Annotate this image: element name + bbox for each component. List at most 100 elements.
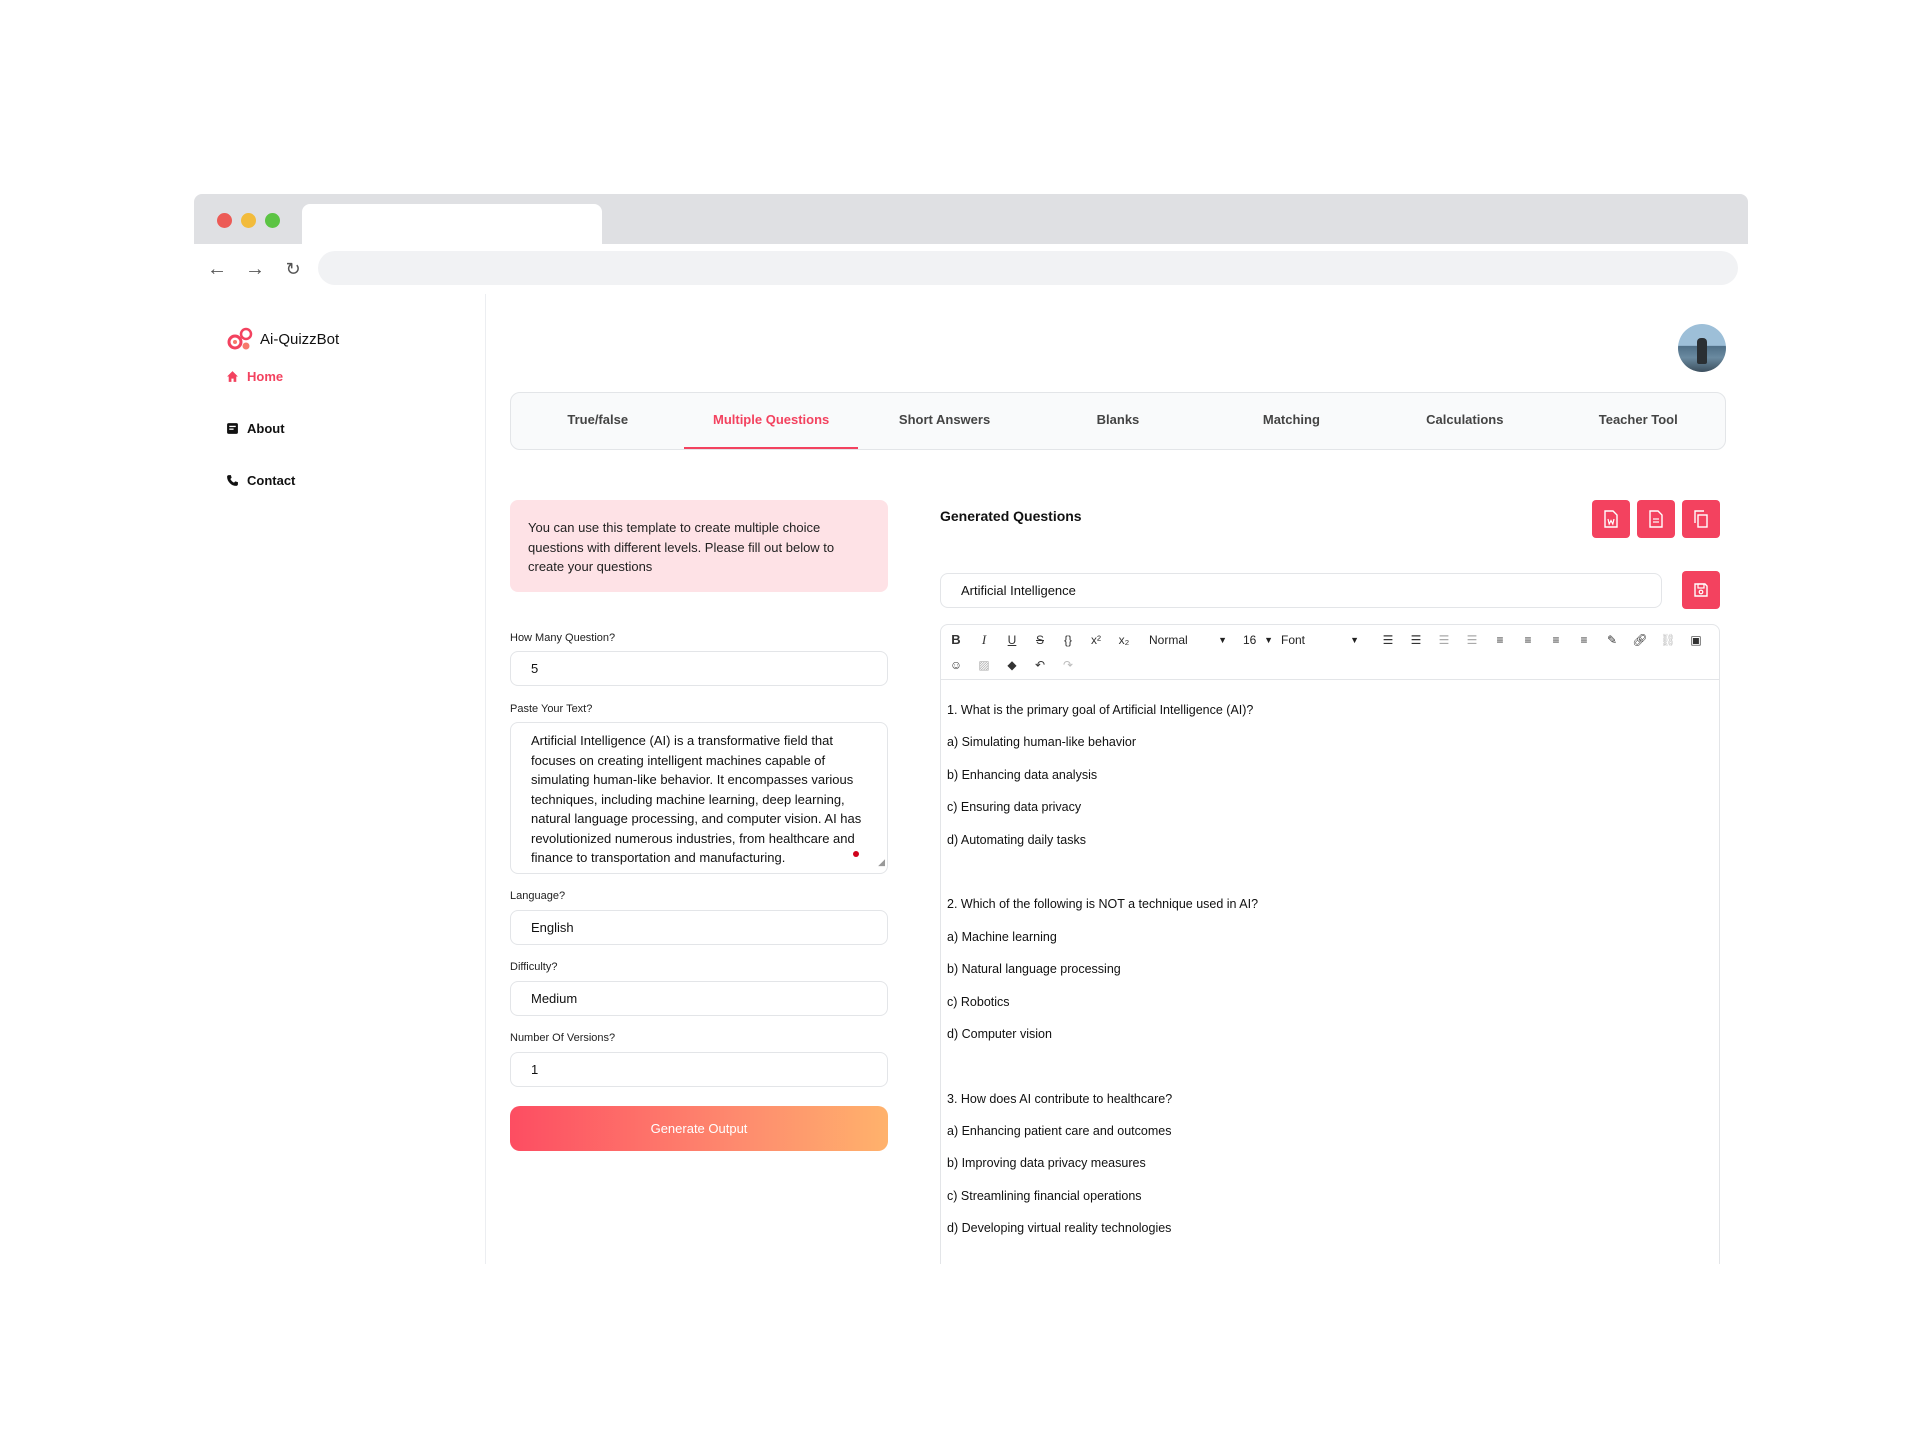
- chevron-down-icon: ▼: [1218, 635, 1227, 645]
- undo-icon[interactable]: ↶: [1029, 655, 1051, 675]
- logo-icon: [227, 327, 253, 350]
- close-window-dot[interactable]: [217, 213, 232, 228]
- language-select[interactable]: English: [510, 910, 888, 945]
- avatar[interactable]: [1678, 324, 1726, 372]
- editor-line[interactable]: b) Natural language processing: [947, 953, 1713, 985]
- tab-true-false[interactable]: True/false: [511, 393, 684, 449]
- phone-icon: [227, 475, 238, 486]
- versions-input[interactable]: 1: [510, 1052, 888, 1087]
- chevron-down-icon: ▼: [1350, 635, 1359, 645]
- indent-icon[interactable]: ☰: [1433, 630, 1455, 650]
- sidebar-item-about[interactable]: About: [226, 421, 285, 436]
- image-embed-icon[interactable]: ▣: [1685, 630, 1707, 650]
- italic-icon[interactable]: I: [973, 630, 995, 650]
- document-icon: [227, 423, 238, 434]
- resize-handle-icon[interactable]: ◢: [878, 853, 885, 873]
- unlink-icon[interactable]: ⛓︎: [1657, 630, 1679, 650]
- source-text-area[interactable]: Artificial Intelligence (AI) is a transf…: [510, 722, 888, 874]
- tab-calculations[interactable]: Calculations: [1378, 393, 1551, 449]
- superscript-icon[interactable]: x²: [1085, 630, 1107, 650]
- paste-text-label: Paste Your Text?: [510, 703, 593, 715]
- font-size-value: 16: [1243, 633, 1257, 647]
- back-arrow-icon[interactable]: ←: [204, 256, 230, 282]
- question-type-tabs: True/false Multiple Questions Short Answ…: [510, 392, 1726, 450]
- app-container: Ai-QuizzBot Home About Contact True/fals…: [194, 294, 1748, 1264]
- strikethrough-icon[interactable]: S: [1029, 630, 1051, 650]
- align-justify-icon[interactable]: ≡: [1573, 630, 1595, 650]
- tab-teacher-tool[interactable]: Teacher Tool: [1552, 393, 1725, 449]
- language-label: Language?: [510, 890, 566, 902]
- block-style-select[interactable]: Normal ▼: [1149, 630, 1235, 650]
- generate-output-button[interactable]: Generate Output: [510, 1106, 888, 1151]
- sidebar-item-contact[interactable]: Contact: [226, 473, 295, 488]
- bold-icon[interactable]: B: [945, 630, 967, 650]
- align-left-icon[interactable]: ≡: [1489, 630, 1511, 650]
- editor-blank-line[interactable]: [947, 1050, 1713, 1082]
- tab-multiple-questions[interactable]: Multiple Questions: [684, 393, 859, 449]
- question-count-input[interactable]: 5: [510, 651, 888, 686]
- sidebar-item-label: Home: [247, 369, 284, 384]
- editor-line[interactable]: b) Enhancing data analysis: [947, 759, 1713, 791]
- editor-line[interactable]: 2. Which of the following is NOT a techn…: [947, 888, 1713, 920]
- difficulty-select[interactable]: Medium: [510, 981, 888, 1016]
- image-icon[interactable]: ▨: [973, 655, 995, 675]
- save-icon: [1694, 583, 1708, 597]
- difficulty-label: Difficulty?: [510, 961, 558, 973]
- reload-icon[interactable]: ↻: [280, 256, 306, 282]
- word-file-icon: [1604, 510, 1618, 528]
- emoji-icon[interactable]: ☺: [945, 655, 967, 675]
- save-button[interactable]: [1682, 571, 1720, 609]
- link-icon[interactable]: 🔗︎: [1629, 630, 1651, 650]
- app-logo[interactable]: Ai-QuizzBot: [226, 324, 339, 354]
- pen-icon[interactable]: ✎: [1601, 630, 1623, 650]
- font-size-select[interactable]: 16 ▼: [1243, 630, 1275, 650]
- font-family-select[interactable]: Font ▼: [1281, 630, 1365, 650]
- tab-short-answers[interactable]: Short Answers: [858, 393, 1031, 449]
- editor-line[interactable]: b) Improving data privacy measures: [947, 1147, 1713, 1179]
- editor-line[interactable]: d) Automating daily tasks: [947, 824, 1713, 856]
- maximize-window-dot[interactable]: [265, 213, 280, 228]
- question-editor[interactable]: 1. What is the primary goal of Artificia…: [940, 680, 1720, 1264]
- editor-line[interactable]: 3. How does AI contribute to healthcare?: [947, 1083, 1713, 1115]
- font-family-value: Font: [1281, 633, 1306, 647]
- align-right-icon[interactable]: ≡: [1545, 630, 1567, 650]
- eraser-icon[interactable]: ◆: [1001, 655, 1023, 675]
- sidebar-item-home[interactable]: Home: [226, 369, 283, 384]
- sidebar-item-label: Contact: [247, 473, 296, 488]
- forward-arrow-icon[interactable]: →: [242, 256, 268, 282]
- app-name: Ai-QuizzBot: [260, 330, 340, 348]
- versions-label: Number Of Versions?: [510, 1032, 616, 1044]
- numbered-list-icon[interactable]: ☰: [1405, 630, 1427, 650]
- bulleted-list-icon[interactable]: ☰: [1377, 630, 1399, 650]
- chevron-down-icon: ▼: [1264, 635, 1273, 645]
- editor-line[interactable]: a) Simulating human-like behavior: [947, 726, 1713, 758]
- subscript-icon[interactable]: x₂: [1113, 630, 1135, 650]
- editor-line[interactable]: c) Streamlining financial operations: [947, 1180, 1713, 1212]
- editor-line[interactable]: a) Machine learning: [947, 921, 1713, 953]
- editor-line[interactable]: c) Robotics: [947, 986, 1713, 1018]
- editor-line[interactable]: d) Developing virtual reality technologi…: [947, 1212, 1713, 1244]
- browser-tab[interactable]: [302, 204, 602, 244]
- outdent-icon[interactable]: ☰: [1461, 630, 1483, 650]
- export-word-button[interactable]: [1592, 500, 1630, 538]
- copy-button[interactable]: [1682, 500, 1720, 538]
- address-bar[interactable]: [318, 251, 1738, 285]
- redo-icon[interactable]: ↷: [1057, 655, 1079, 675]
- template-info-box: You can use this template to create mult…: [510, 500, 888, 592]
- editor-line[interactable]: c) Ensuring data privacy: [947, 791, 1713, 823]
- tab-matching[interactable]: Matching: [1205, 393, 1378, 449]
- export-document-button[interactable]: [1637, 500, 1675, 538]
- block-style-value: Normal: [1149, 633, 1188, 647]
- underline-icon[interactable]: U: [1001, 630, 1023, 650]
- editor-line[interactable]: d) Computer vision: [947, 1018, 1713, 1050]
- editor-line[interactable]: a) Enhancing patient care and outcomes: [947, 1115, 1713, 1147]
- tab-blanks[interactable]: Blanks: [1031, 393, 1204, 449]
- copy-icon: [1694, 510, 1708, 528]
- align-center-icon[interactable]: ≡: [1517, 630, 1539, 650]
- topic-input[interactable]: Artificial Intelligence: [940, 573, 1662, 608]
- minimize-window-dot[interactable]: [241, 213, 256, 228]
- document-file-icon: [1649, 510, 1663, 528]
- editor-line[interactable]: 1. What is the primary goal of Artificia…: [947, 694, 1713, 726]
- code-block-icon[interactable]: {}: [1057, 630, 1079, 650]
- editor-blank-line[interactable]: [947, 856, 1713, 888]
